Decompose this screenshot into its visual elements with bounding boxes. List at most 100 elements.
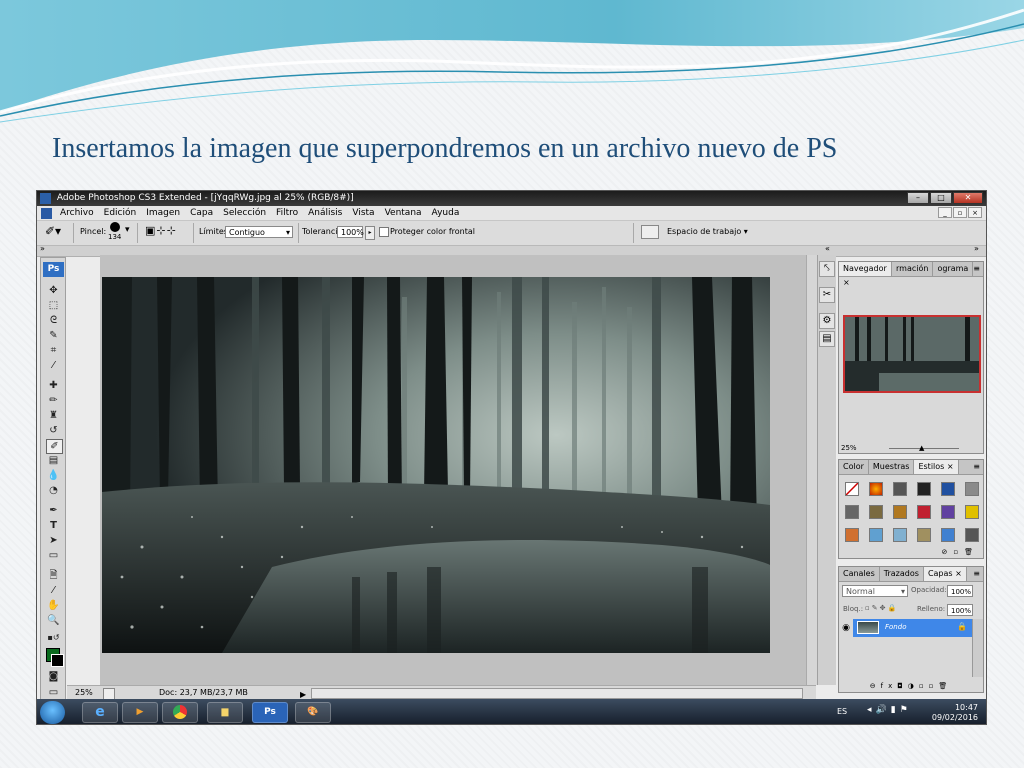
style-swatch[interactable] (869, 482, 883, 496)
paint-icon[interactable]: 🎨 (295, 702, 331, 723)
menu-ventana[interactable]: Ventana (380, 208, 427, 218)
expand-dock-icon[interactable]: « (825, 244, 830, 253)
history-panel-icon[interactable]: ⤣ (819, 261, 835, 277)
style-swatch[interactable] (845, 505, 859, 519)
style-swatch[interactable] (917, 482, 931, 496)
style-swatch[interactable] (845, 528, 859, 542)
protect-color-checkbox[interactable] (379, 227, 389, 237)
tolerance-slider-arrow-icon[interactable]: ▸ (365, 226, 375, 240)
minimize-button[interactable]: – (907, 192, 929, 204)
media-player-icon[interactable]: ▶ (122, 702, 158, 723)
style-swatch[interactable] (893, 505, 907, 519)
dodge-icon[interactable]: ◔ (46, 484, 61, 497)
doc-restore-button[interactable]: ▫ (953, 207, 967, 218)
layer-comps-icon[interactable]: ▤ (819, 331, 835, 347)
language-indicator[interactable]: ES (837, 707, 847, 716)
quick-mask-icon[interactable]: ◙ (46, 670, 61, 683)
background-color-swatch[interactable] (51, 654, 64, 667)
swap-colors-icon[interactable]: ▪↺ (46, 631, 61, 644)
limits-select[interactable]: Contiguo ▾ (225, 226, 293, 238)
type-icon[interactable]: T (46, 519, 61, 532)
zoom-level[interactable]: 25% (75, 686, 93, 700)
style-swatch[interactable] (965, 482, 979, 496)
doc-close-button[interactable]: × (968, 207, 982, 218)
lasso-icon[interactable]: ᘓ (46, 314, 61, 327)
healing-icon[interactable]: ✚ (46, 379, 61, 392)
blur-icon[interactable]: 💧 (46, 469, 61, 482)
tab-informacion[interactable]: rmación (892, 262, 934, 276)
document-canvas-area[interactable] (100, 255, 816, 685)
tab-estilos[interactable]: Estilos × (914, 460, 959, 474)
tab-capas[interactable]: Capas × (923, 567, 967, 581)
menu-vista[interactable]: Vista (347, 208, 379, 218)
internet-explorer-icon[interactable]: e (82, 702, 118, 723)
tab-muestras[interactable]: Muestras (869, 460, 915, 474)
tray-icons[interactable]: ◂🔊▮⚑ (867, 705, 912, 715)
horizontal-scrollbar[interactable] (311, 688, 803, 699)
eyedropper-icon[interactable]: ⁄ (46, 359, 61, 372)
menu-archivo[interactable]: Archivo (55, 208, 99, 218)
move-icon[interactable]: ✥ (46, 284, 61, 297)
tolerance-input[interactable]: 100% (337, 226, 364, 238)
chrome-icon[interactable] (162, 702, 198, 723)
layer-visibility-eye-icon[interactable]: ◉ (839, 619, 853, 637)
brush-dropdown-icon[interactable]: ▾ (125, 225, 130, 235)
close-button[interactable]: ✕ (953, 192, 983, 204)
stamp-icon[interactable]: ♜ (46, 409, 61, 422)
tab-trazados[interactable]: Trazados (880, 567, 924, 581)
style-swatch[interactable] (965, 505, 979, 519)
brush-icon[interactable]: ✏ (46, 394, 61, 407)
layer-row-fondo[interactable]: ◉ Fondo 🔒 (839, 619, 973, 637)
gradient-icon[interactable]: ▤ (46, 454, 61, 467)
collapse-toolbox-icon[interactable]: » (40, 244, 45, 253)
navigator-zoom[interactable]: 25% (841, 444, 857, 452)
menu-seleccion[interactable]: Selección (218, 208, 271, 218)
layers-panel-footer-icons[interactable]: ⊖fx◘◑▫▫🗑 (839, 682, 983, 690)
shape-icon[interactable]: ▭ (46, 549, 61, 562)
menu-edicion[interactable]: Edición (99, 208, 142, 218)
blend-mode-select[interactable]: Normal ▾ (842, 585, 908, 597)
style-none-swatch[interactable] (845, 482, 859, 496)
collapse-dock-icon[interactable]: » (974, 244, 979, 253)
style-swatch[interactable] (917, 505, 931, 519)
hand-icon[interactable]: ✋ (46, 599, 61, 612)
layers-scrollbar[interactable] (972, 619, 983, 677)
tab-navegador[interactable]: Navegador × (839, 262, 892, 287)
styles-panel-footer-icons[interactable]: ⊘▫🗑 (942, 548, 980, 556)
menu-filtro[interactable]: Filtro (271, 208, 303, 218)
marquee-icon[interactable]: ⬚ (46, 299, 61, 312)
style-swatch[interactable] (869, 528, 883, 542)
opacity-input[interactable]: 100% (947, 585, 973, 597)
style-swatch[interactable] (965, 528, 979, 542)
notes-icon[interactable]: 🗎 (46, 569, 61, 582)
file-explorer-icon[interactable]: ▆ (207, 702, 243, 723)
tab-color[interactable]: Color (839, 460, 869, 474)
sampling-mode-icons[interactable]: ▣⊹⊹ (145, 224, 177, 237)
style-swatch[interactable] (941, 482, 955, 496)
quick-select-icon[interactable]: ✎ (46, 329, 61, 342)
pen-icon[interactable]: ✒ (46, 504, 61, 517)
vertical-scrollbar[interactable] (806, 255, 817, 685)
tool-presets-icon[interactable]: ✂ (819, 287, 835, 303)
workspace-menu[interactable]: Espacio de trabajo ▾ (667, 227, 748, 236)
style-swatch[interactable] (941, 528, 955, 542)
style-swatch[interactable] (869, 505, 883, 519)
menu-imagen[interactable]: Imagen (141, 208, 185, 218)
fill-input[interactable]: 100% (947, 604, 973, 616)
menu-capa[interactable]: Capa (185, 208, 218, 218)
maximize-button[interactable]: □ (930, 192, 952, 204)
background-eraser-preset-icon[interactable]: ✐▾ (45, 224, 61, 238)
lock-icons[interactable]: ▫✎✥🔒 (865, 604, 898, 612)
style-swatch[interactable] (893, 482, 907, 496)
style-swatch[interactable] (893, 528, 907, 542)
tab-canales[interactable]: Canales (839, 567, 880, 581)
zoom-slider-thumb-icon[interactable]: ▲ (919, 444, 924, 452)
doc-minimize-button[interactable]: _ (938, 207, 952, 218)
system-clock[interactable]: 10:47 09/02/2016 (932, 703, 978, 723)
style-swatch[interactable] (917, 528, 931, 542)
zoom-icon[interactable]: 🔍 (46, 614, 61, 627)
workspace-icon[interactable] (641, 225, 659, 239)
history-brush-icon[interactable]: ↺ (46, 424, 61, 437)
photoshop-taskbar-button[interactable]: Ps (252, 702, 288, 723)
start-button[interactable] (40, 701, 65, 724)
